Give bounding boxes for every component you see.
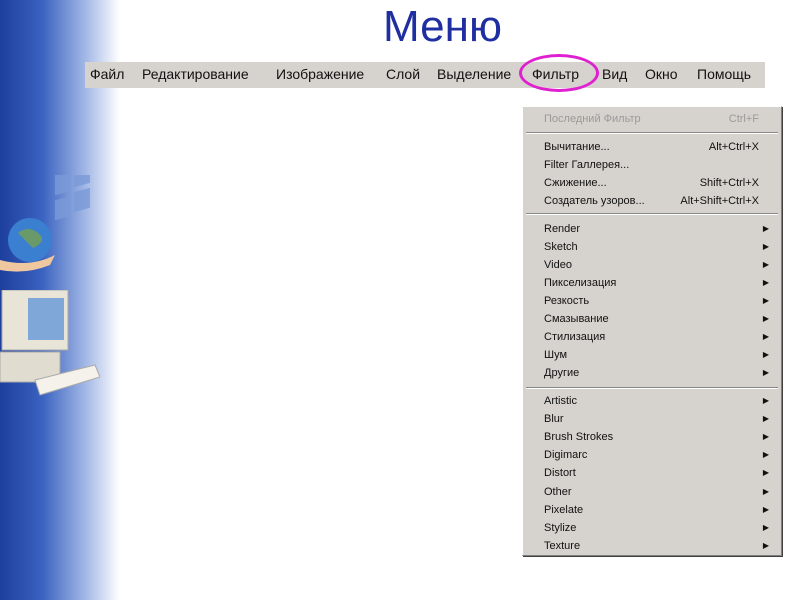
submenu-arrow-icon: ▶ xyxy=(762,540,769,550)
submenu-arrow-icon: ▶ xyxy=(762,350,769,359)
menu-item-label: Создатель узоров... xyxy=(544,195,645,207)
submenu-arrow-icon: ▶ xyxy=(762,368,769,377)
shortcut-label: Alt+Shift+Ctrl+X xyxy=(680,195,759,207)
submenu-arrow-icon: ▶ xyxy=(762,332,769,341)
menu-item-label: Вычитание... xyxy=(544,141,610,153)
menu-file[interactable]: Файл xyxy=(90,66,124,82)
globe-in-hand-icon xyxy=(0,175,90,272)
menu-item-label: Distort xyxy=(544,467,576,480)
submenu-item[interactable]: Pixelate ▶ xyxy=(544,502,769,518)
submenu-arrow-icon: ▶ xyxy=(762,522,769,532)
submenu-arrow-icon: ▶ xyxy=(762,314,769,323)
menu-item-label: Digimarc xyxy=(544,449,588,462)
submenu-item[interactable]: Other ▶ xyxy=(544,484,769,500)
computer-icon xyxy=(0,290,100,396)
submenu-item[interactable]: Texture ▶ xyxy=(544,538,769,554)
submenu-item[interactable]: Стилизация ▶ xyxy=(544,329,769,345)
decorative-sidebar xyxy=(0,0,120,600)
menu-item[interactable]: Вычитание... Alt+Ctrl+X xyxy=(544,139,769,155)
submenu-item[interactable]: Distort ▶ xyxy=(544,465,769,481)
menu-item-label: Пикселизация xyxy=(544,277,617,289)
menu-item-label: Texture xyxy=(544,539,581,552)
submenu-arrow-icon: ▶ xyxy=(762,296,769,305)
submenu-arrow-icon: ▶ xyxy=(762,396,769,405)
menu-bar: Файл Редактирование Изображение Слой Выд… xyxy=(85,62,765,88)
menu-image[interactable]: Изображение xyxy=(276,66,364,82)
submenu-item[interactable]: Artistic ▶ xyxy=(544,393,769,409)
submenu-item[interactable]: Stylize ▶ xyxy=(544,520,769,536)
menu-item-label: Шум xyxy=(544,349,568,361)
menu-item-label: Brush Strokes xyxy=(544,431,614,444)
menu-window[interactable]: Окно xyxy=(645,66,678,82)
menu-item-label: Stylize xyxy=(544,521,577,534)
menu-item-label: Blur xyxy=(544,413,564,426)
menu-item-label: Video xyxy=(544,259,572,271)
menu-item-label: Render xyxy=(544,223,581,235)
submenu-arrow-icon: ▶ xyxy=(762,504,769,514)
submenu-item[interactable]: Пикселизация ▶ xyxy=(544,275,769,291)
submenu-arrow-icon: ▶ xyxy=(762,432,769,442)
menu-item-last-filter: Последний Фильтр Ctrl+F xyxy=(544,111,769,127)
highlight-ring xyxy=(519,54,599,92)
menu-item-label: Filter Галлерея... xyxy=(544,159,630,171)
submenu-item[interactable]: Render ▶ xyxy=(544,221,769,237)
submenu-arrow-icon: ▶ xyxy=(762,468,769,478)
menu-edit[interactable]: Редактирование xyxy=(142,66,249,82)
menu-select[interactable]: Выделение xyxy=(437,66,511,82)
submenu-arrow-icon: ▶ xyxy=(762,224,769,233)
submenu-arrow-icon: ▶ xyxy=(762,486,769,496)
menu-item-label: Pixelate xyxy=(544,503,584,516)
shortcut-label: Ctrl+F xyxy=(728,113,759,125)
submenu-arrow-icon: ▶ xyxy=(762,450,769,460)
menu-item[interactable]: Создатель узоров... Alt+Shift+Ctrl+X xyxy=(544,193,769,209)
menu-item[interactable]: Сжижение... Shift+Ctrl+X xyxy=(544,175,769,191)
submenu-item[interactable]: Brush Strokes ▶ xyxy=(544,429,769,445)
menu-separator xyxy=(526,387,778,389)
submenu-item[interactable]: Резкость ▶ xyxy=(544,293,769,309)
submenu-item[interactable]: Digimarc ▶ xyxy=(544,447,769,463)
menu-item-label: Другие xyxy=(544,367,580,379)
menu-item-label: Сжижение... xyxy=(544,177,607,189)
filter-dropdown: Последний Фильтр Ctrl+F Вычитание... Alt+Ct… xyxy=(522,106,782,556)
submenu-arrow-icon: ▶ xyxy=(762,278,769,287)
menu-item-label: Стилизация xyxy=(544,331,606,343)
menu-item-label: Последний Фильтр xyxy=(544,113,641,125)
menu-item[interactable]: Filter Галлерея... xyxy=(544,157,769,173)
menu-separator xyxy=(526,213,778,215)
submenu-arrow-icon: ▶ xyxy=(762,242,769,251)
menu-help[interactable]: Помощь xyxy=(697,66,751,82)
submenu-arrow-icon: ▶ xyxy=(762,260,769,269)
submenu-item[interactable]: Другие ▶ xyxy=(544,365,769,381)
submenu-item[interactable]: Sketch ▶ xyxy=(544,239,769,255)
menu-layer[interactable]: Слой xyxy=(386,66,420,82)
menu-item-label: Sketch xyxy=(544,241,578,253)
shortcut-label: Alt+Ctrl+X xyxy=(708,141,759,153)
menu-view[interactable]: Вид xyxy=(602,66,627,82)
submenu-item[interactable]: Blur ▶ xyxy=(544,411,769,427)
submenu-item[interactable]: Шум ▶ xyxy=(544,347,769,363)
submenu-arrow-icon: ▶ xyxy=(762,414,769,424)
submenu-item[interactable]: Смазывание ▶ xyxy=(544,311,769,327)
submenu-item[interactable]: Video ▶ xyxy=(544,257,769,273)
menu-separator xyxy=(526,132,778,134)
menu-item-label: Artistic xyxy=(544,395,577,407)
page-title: Меню xyxy=(383,2,502,51)
menu-item-label: Other xyxy=(544,485,572,498)
menu-item-label: Смазывание xyxy=(544,313,609,325)
menu-item-label: Резкость xyxy=(544,295,590,307)
shortcut-label: Shift+Ctrl+X xyxy=(699,177,759,189)
